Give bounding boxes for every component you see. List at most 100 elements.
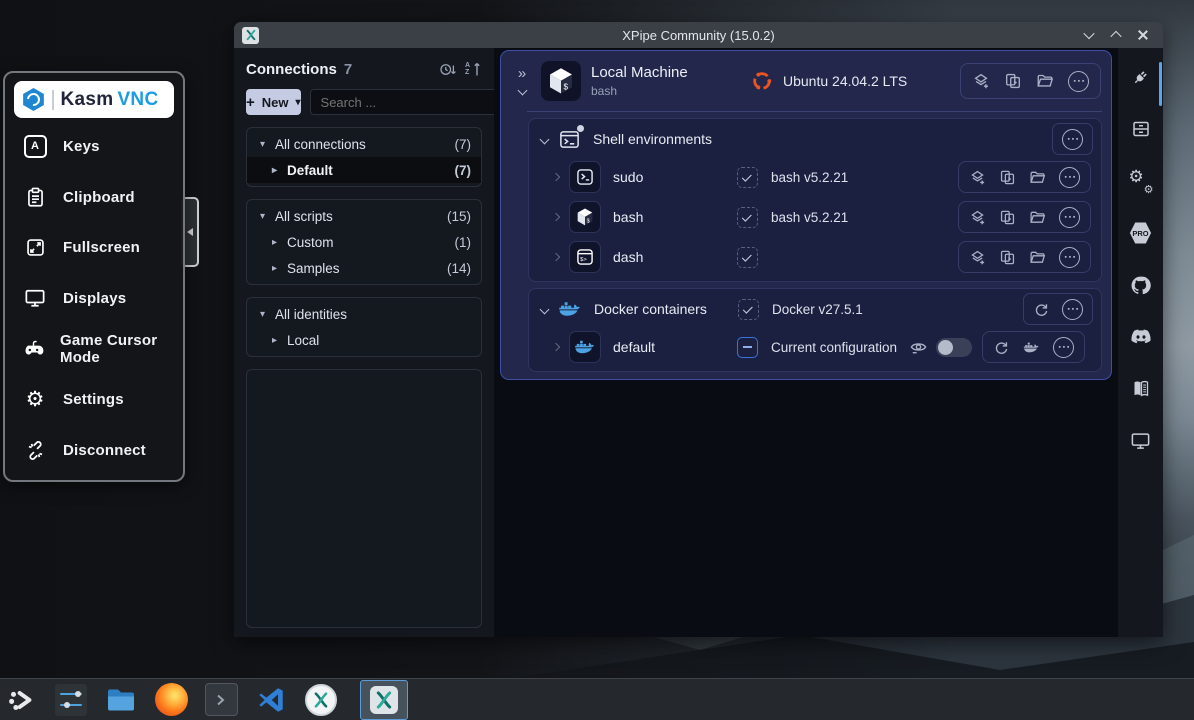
shell-row-bash[interactable]: $ bash bash v5.2.21 [529,197,1101,237]
taskbar-vscode[interactable] [254,683,288,717]
desktop-monitor-icon[interactable] [1130,430,1152,452]
more-options-icon[interactable] [1053,337,1074,358]
more-options-icon[interactable] [1062,299,1083,320]
layers-add-icon[interactable] [969,209,986,226]
search-box[interactable] [310,89,522,115]
connections-count: 7 [344,61,352,78]
refresh-icon[interactable] [993,339,1010,356]
discord-icon[interactable] [1130,326,1152,348]
category-label: Custom [287,235,334,250]
shell-row-sudo[interactable]: sudo bash v5.2.21 [529,157,1101,197]
taskbar-xpipe-active[interactable] [360,680,408,720]
sort-alpha-icon[interactable]: AZ [465,61,482,77]
run-script-icon[interactable] [999,209,1016,226]
window-titlebar[interactable]: XPipe Community (15.0.2) [234,22,1163,48]
more-options-icon[interactable] [1062,129,1083,150]
shell-version: bash v5.2.21 [771,210,848,225]
refresh-icon[interactable] [1033,301,1050,318]
empty-category-card [246,369,482,628]
pro-badge-icon[interactable]: PRO [1130,222,1152,244]
expand-all-icon[interactable]: » [518,69,526,79]
local-machine-row[interactable]: » $ Local Machine bash [501,51,1111,111]
taskbar-terminal[interactable] [204,683,238,717]
layers-add-icon[interactable] [969,169,986,186]
expand-chevron-icon[interactable] [552,213,560,221]
file-browser-icon[interactable] [1029,209,1046,226]
connection-name: Local Machine [591,64,751,81]
category-all-identities[interactable]: ▾ All identities [247,301,481,327]
category-all-connections[interactable]: ▾ All connections (7) [247,131,481,157]
menu-item-displays[interactable]: Displays [5,281,183,315]
taskbar-firefox[interactable] [154,683,188,717]
run-script-icon[interactable] [1004,72,1022,90]
kasmvnc-panel: Kasm VNC A Keys Clipboard [3,71,185,482]
new-connection-button[interactable]: + New ▾ [246,89,301,115]
disconnect-icon [22,440,48,461]
shell-environments-row[interactable]: Shell environments [529,121,1101,157]
github-icon[interactable] [1130,274,1152,296]
taskbar-settings-sliders[interactable] [54,683,88,717]
minimize-button[interactable] [1079,25,1099,45]
docker-action-icon[interactable] [1023,339,1040,356]
collapsed-arrow-icon: ▸ [272,165,287,176]
expand-chevron-icon[interactable] [552,253,560,261]
enabled-checkbox[interactable] [737,167,758,188]
taskbar-file-manager[interactable] [104,683,138,717]
close-icon [1137,29,1149,41]
settings-gears-icon[interactable]: ⚙⚙ [1130,170,1152,192]
taskbar-xpipe-desktop[interactable] [304,683,338,717]
layers-add-icon[interactable] [972,72,990,90]
menu-item-game-cursor-mode[interactable]: Game Cursor Mode [5,332,183,366]
more-options-icon[interactable] [1068,71,1089,92]
os-label: Ubuntu 24.04.2 LTS [783,73,907,89]
search-input[interactable] [319,94,499,111]
enabled-checkbox[interactable] [738,299,759,320]
more-options-icon[interactable] [1059,207,1080,228]
docker-containers-row[interactable]: Docker containers Docker v27.5.1 [529,291,1101,327]
layers-add-icon[interactable] [969,249,986,266]
category-samples[interactable]: ▸ Samples (14) [247,255,481,281]
documentation-book-icon[interactable] [1130,378,1152,400]
expand-chevron-icon[interactable] [552,343,560,351]
collapse-chevron-icon[interactable] [540,304,550,314]
shell-row-dash[interactable]: $> dash [529,237,1101,277]
collapse-chevron-icon[interactable] [517,85,527,95]
more-options-icon[interactable] [1059,247,1080,268]
tree-gutter: » [509,69,535,94]
expanded-arrow-icon: ▾ [260,309,275,320]
menu-label: Clipboard [63,189,135,206]
partial-checkbox[interactable] [737,337,758,358]
file-browser-icon[interactable] [1029,249,1046,266]
collapsed-arrow-icon: ▸ [272,237,287,248]
file-browser-icon[interactable] [1036,72,1054,90]
close-button[interactable] [1133,25,1153,45]
show-hidden-eye-icon[interactable] [909,339,928,355]
local-machine-group[interactable]: » $ Local Machine bash [500,50,1112,380]
enabled-checkbox[interactable] [737,247,758,268]
file-browser-drawer-icon[interactable] [1130,118,1152,140]
menu-item-clipboard[interactable]: Clipboard [5,180,183,214]
menu-item-settings[interactable]: ⚙ Settings [5,383,183,417]
run-script-icon[interactable] [999,249,1016,266]
menu-item-fullscreen[interactable]: Fullscreen [5,231,183,265]
maximize-button[interactable] [1106,25,1126,45]
sort-by-date-icon[interactable] [439,61,457,78]
docker-row-default[interactable]: default Current configuration [529,327,1101,367]
enabled-checkbox[interactable] [737,207,758,228]
collapse-chevron-icon[interactable] [540,134,550,144]
connections-hub-icon[interactable] [1130,66,1152,88]
more-options-icon[interactable] [1059,167,1080,188]
category-default[interactable]: ▸ Default (7) [247,157,481,183]
shell-environments-icon [558,128,581,151]
running-only-toggle[interactable] [936,338,972,357]
terminal-icon [205,683,238,716]
category-custom[interactable]: ▸ Custom (1) [247,229,481,255]
run-script-icon[interactable] [999,169,1016,186]
expand-chevron-icon[interactable] [552,173,560,181]
category-all-scripts[interactable]: ▾ All scripts (15) [247,203,481,229]
menu-item-disconnect[interactable]: Disconnect [5,434,183,468]
taskbar-app-launcher[interactable] [4,683,38,717]
category-local[interactable]: ▸ Local [247,327,481,353]
menu-item-keys[interactable]: A Keys [5,129,183,163]
file-browser-icon[interactable] [1029,169,1046,186]
